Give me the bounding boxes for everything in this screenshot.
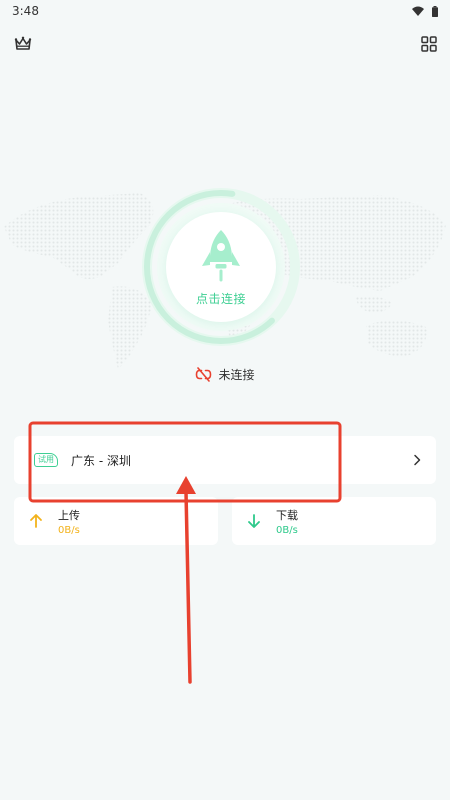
wifi-icon [412, 6, 424, 16]
upload-text: 上传 0B/s [58, 507, 80, 536]
download-card: 下载 0B/s [232, 497, 436, 545]
grid-menu-icon[interactable] [419, 34, 439, 54]
connect-button[interactable]: 点击连接 [166, 212, 276, 322]
download-label: 下载 [276, 508, 298, 522]
annotation-overlay [28, 421, 342, 684]
connection-status: 未连接 [0, 366, 450, 383]
download-value: 0B/s [276, 524, 298, 536]
rocket-icon [202, 230, 240, 282]
status-bar: 3:48 [0, 0, 450, 22]
status-icons [412, 5, 438, 17]
upload-card: 上传 0B/s [14, 497, 218, 545]
status-time: 3:48 [12, 4, 39, 18]
disconnected-link-icon [196, 367, 212, 382]
arrow-down-icon [248, 514, 260, 528]
trial-badge: 试用 [34, 453, 58, 467]
battery-icon [432, 5, 438, 17]
server-name: 广东 - 深圳 [71, 453, 131, 468]
server-select-card[interactable]: 试用 广东 - 深圳 [14, 436, 436, 484]
upload-label: 上传 [58, 508, 80, 522]
chevron-right-icon [414, 454, 421, 466]
upload-value: 0B/s [58, 524, 80, 536]
connection-status-text: 未连接 [218, 368, 255, 382]
arrow-up-icon [30, 514, 42, 528]
crown-icon[interactable] [13, 34, 33, 54]
download-text: 下载 0B/s [276, 507, 298, 536]
connect-label: 点击连接 [195, 292, 246, 306]
